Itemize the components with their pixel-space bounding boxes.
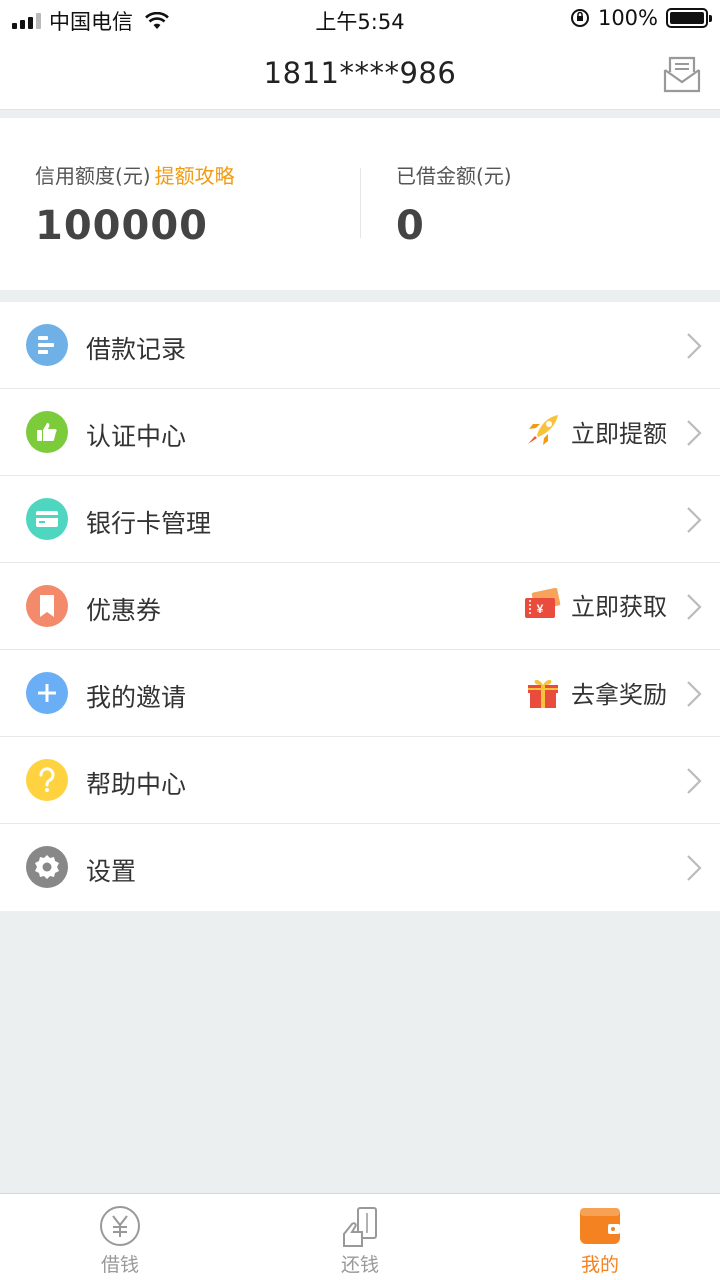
menu-item-label: 银行卡管理 bbox=[86, 509, 212, 538]
coupon-icon bbox=[26, 585, 68, 627]
borrowed-amount-value: 0 bbox=[396, 203, 425, 249]
rocket-icon bbox=[528, 415, 558, 445]
summary-divider bbox=[360, 168, 361, 238]
tab-repay[interactable]: 还钱 bbox=[240, 1194, 480, 1280]
menu-item-verification-center[interactable]: 认证中心 立即提额 bbox=[0, 389, 720, 476]
tab-mine[interactable]: 我的 bbox=[480, 1194, 720, 1280]
menu-item-label: 我的邀请 bbox=[86, 683, 187, 712]
increase-limit-action[interactable]: 立即提额 bbox=[523, 413, 667, 449]
tab-label: 我的 bbox=[580, 1254, 619, 1276]
page-title: 1811****986 bbox=[263, 56, 457, 90]
credit-limit-label: 信用额度(元) bbox=[35, 164, 151, 188]
get-coupon-action[interactable]: ¥ 立即获取 bbox=[523, 587, 667, 622]
chevron-right-icon bbox=[687, 420, 702, 446]
battery-icon bbox=[666, 8, 712, 28]
increase-limit-label: 立即提额 bbox=[571, 419, 667, 448]
menu-list: 借款记录 认证中心 立即提额 银行卡管理 优惠券 ¥ 立即获取 我的邀请 去拿奖… bbox=[0, 302, 720, 911]
menu-item-settings[interactable]: 设置 bbox=[0, 824, 720, 911]
get-reward-label: 去拿奖励 bbox=[571, 680, 667, 709]
borrowed-amount-block: 已借金额(元) 0 bbox=[396, 160, 512, 249]
menu-item-label: 认证中心 bbox=[86, 422, 187, 451]
battery-percent: 100% bbox=[597, 6, 658, 30]
svg-text:¥: ¥ bbox=[537, 602, 544, 616]
menu-item-label: 设置 bbox=[86, 857, 137, 886]
tab-borrow[interactable]: 借钱 bbox=[0, 1194, 240, 1280]
menu-item-coupons[interactable]: 优惠券 ¥ 立即获取 bbox=[0, 563, 720, 650]
record-icon bbox=[26, 324, 68, 366]
gift-icon bbox=[528, 679, 558, 708]
credit-limit-block: 信用额度(元) 提额攻略 100000 bbox=[35, 160, 235, 249]
tab-label: 借钱 bbox=[100, 1254, 139, 1276]
repay-icon bbox=[343, 1207, 377, 1247]
credit-limit-value: 100000 bbox=[35, 203, 208, 249]
menu-item-loan-records[interactable]: 借款记录 bbox=[0, 302, 720, 389]
menu-item-bank-card-management[interactable]: 银行卡管理 bbox=[0, 476, 720, 563]
chevron-right-icon bbox=[687, 681, 702, 707]
wallet-icon bbox=[580, 1208, 620, 1244]
menu-item-my-invitations[interactable]: 我的邀请 去拿奖励 bbox=[0, 650, 720, 737]
menu-item-label: 借款记录 bbox=[86, 335, 187, 364]
menu-item-label: 帮助中心 bbox=[86, 770, 187, 799]
help-icon bbox=[26, 759, 68, 801]
bank-card-icon bbox=[26, 498, 68, 540]
chevron-right-icon bbox=[687, 768, 702, 794]
chevron-right-icon bbox=[687, 855, 702, 881]
thumbs-up-icon bbox=[26, 411, 68, 453]
rotation-lock-icon bbox=[570, 9, 589, 27]
menu-item-label: 优惠券 bbox=[86, 596, 162, 625]
gear-icon bbox=[26, 846, 68, 888]
status-bar: 中国电信 上午5:54 100% bbox=[0, 0, 720, 36]
status-right: 100% bbox=[570, 6, 712, 30]
nav-header: 1811****986 bbox=[0, 36, 720, 110]
menu-item-help-center[interactable]: 帮助中心 bbox=[0, 737, 720, 824]
get-reward-action[interactable]: 去拿奖励 bbox=[525, 674, 667, 710]
borrowed-amount-label: 已借金额(元) bbox=[396, 164, 512, 188]
ticket-icon: ¥ bbox=[525, 587, 561, 618]
mail-icon[interactable] bbox=[662, 54, 702, 94]
credit-summary: 信用额度(元) 提额攻略 100000 已借金额(元) 0 bbox=[0, 118, 720, 290]
get-coupon-label: 立即获取 bbox=[571, 593, 667, 621]
chevron-right-icon bbox=[687, 507, 702, 533]
credit-strategy-link[interactable]: 提额攻略 bbox=[155, 164, 235, 188]
chevron-right-icon bbox=[687, 333, 702, 359]
yuan-icon bbox=[100, 1206, 140, 1246]
tab-bar: 借钱 还钱 我的 bbox=[0, 1193, 720, 1280]
plus-icon bbox=[26, 672, 68, 714]
chevron-right-icon bbox=[687, 594, 702, 620]
tab-label: 还钱 bbox=[340, 1254, 379, 1276]
